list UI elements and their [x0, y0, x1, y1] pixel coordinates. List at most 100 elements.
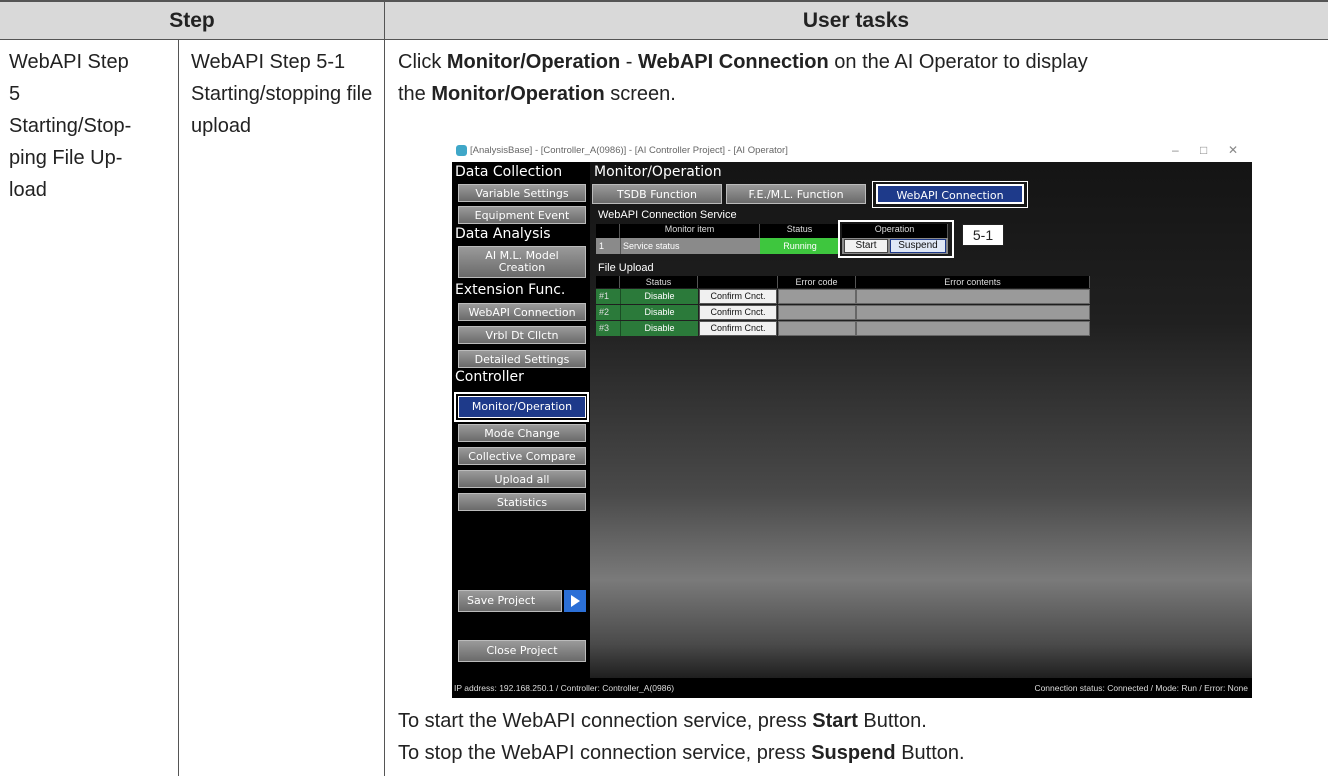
table-header-cell: Status — [620, 276, 698, 288]
status-right: Connection status: Connected / Mode: Run… — [1034, 683, 1248, 693]
step-sub-line: WebAPI Step 5-1 — [191, 51, 346, 73]
callout-label: 5-1 — [962, 224, 1004, 246]
save-project-button[interactable]: Save Project — [458, 590, 562, 612]
column-divider — [178, 40, 179, 776]
step-sub-line: Starting/stopping file — [191, 83, 373, 105]
table-row-index: #3 — [596, 321, 620, 336]
sidebar-heading-data-collection: Data Collection — [455, 164, 563, 180]
service-item: Service status — [620, 238, 760, 254]
sidebar-item-detailed-settings[interactable]: Detailed Settings — [458, 350, 586, 368]
main-panel: Monitor/Operation TSDB Function F.E./M.L… — [592, 162, 1252, 678]
task-start-instruction: To start the WebAPI connection service, … — [398, 705, 1318, 737]
sidebar-item-variable-settings[interactable]: Variable Settings — [458, 184, 586, 202]
step-main-line: Starting/Stop- — [9, 115, 132, 137]
page-title: Monitor/Operation — [594, 164, 722, 180]
step-sub-line: upload — [191, 115, 252, 137]
table-header-cell: Status — [760, 224, 840, 238]
table-header-cell — [596, 224, 620, 238]
play-icon — [571, 595, 580, 607]
table-header-cell — [596, 276, 620, 288]
column-divider — [384, 0, 385, 776]
sidebar-item-vrbl-dt-cllctn[interactable]: Vrbl Dt Cllctn — [458, 326, 586, 344]
window-title: [AnalysisBase] - [Controller_A(0986)] - … — [470, 145, 788, 156]
sidebar-item-upload-all[interactable]: Upload all — [458, 470, 586, 488]
sidebar-item-collective-compare[interactable]: Collective Compare — [458, 447, 586, 465]
sidebar-item-equipment-event[interactable]: Equipment Event — [458, 206, 586, 224]
confirm-connection-button[interactable]: Confirm Cnct. — [699, 289, 777, 304]
confirm-connection-button[interactable]: Confirm Cnct. — [699, 305, 777, 320]
error-code-cell — [778, 305, 856, 320]
app-area: Data Collection Variable Settings Equipm… — [452, 162, 1252, 698]
step-main-line: WebAPI Step — [9, 51, 129, 73]
status-left: IP address: 192.168.250.1 / Controller: … — [454, 683, 675, 693]
sidebar-heading-data-analysis: Data Analysis — [455, 226, 551, 242]
suspend-button[interactable]: Suspend — [890, 239, 946, 253]
step-main-line: ping File Up- — [9, 147, 123, 169]
table-row-index: 1 — [596, 238, 620, 254]
error-contents-cell — [856, 321, 1090, 336]
bold-text: Suspend — [811, 742, 896, 764]
step-main: WebAPI Step 5 Starting/Stop- ping File U… — [9, 46, 175, 206]
sidebar-item-monitor-operation[interactable]: Monitor/Operation — [458, 396, 586, 418]
close-project-button[interactable]: Close Project — [458, 640, 586, 662]
start-button[interactable]: Start — [844, 239, 888, 253]
table-header-cell — [698, 276, 778, 288]
table-header-cell: Monitor item — [620, 224, 760, 238]
text: Button. — [857, 710, 927, 732]
status-badge: Running — [760, 238, 840, 254]
bold-text: Monitor/Operation — [446, 51, 621, 73]
upload-section-title: File Upload — [598, 262, 654, 274]
step-sub: WebAPI Step 5-1 Starting/stopping file u… — [191, 46, 381, 142]
text: Click — [398, 51, 447, 73]
table-header-cell: Error code — [778, 276, 856, 288]
sidebar-item-mode-change[interactable]: Mode Change — [458, 424, 586, 442]
text: Button. — [895, 742, 965, 764]
sidebar-item-webapi-connection[interactable]: WebAPI Connection — [458, 303, 586, 321]
error-code-cell — [778, 289, 856, 304]
text: on the AI Operator to display — [828, 51, 1088, 73]
service-section-title: WebAPI Connection Service — [598, 209, 737, 221]
confirm-connection-button[interactable]: Confirm Cnct. — [699, 321, 777, 336]
upload-status: Disable — [620, 305, 698, 320]
bold-text: Monitor/Operation — [431, 83, 605, 105]
maximize-icon[interactable]: □ — [1200, 143, 1207, 157]
header-step: Step — [0, 0, 384, 40]
table-row-index: #2 — [596, 305, 620, 320]
save-project-arrow-icon[interactable] — [564, 590, 586, 612]
task-stop-instruction: To stop the WebAPI connection service, p… — [398, 737, 1318, 769]
tab-fe-ml-function[interactable]: F.E./M.L. Function — [726, 184, 866, 204]
ai-operator-screenshot: [AnalysisBase] - [Controller_A(0986)] - … — [452, 140, 1252, 698]
bold-text: WebAPI Connection — [638, 51, 829, 73]
close-icon[interactable]: ✕ — [1228, 143, 1238, 157]
text: To start the WebAPI connection service, … — [398, 710, 813, 732]
document-table: Step User tasks WebAPI Step 5 Starting/S… — [0, 0, 1328, 776]
error-contents-cell — [856, 289, 1090, 304]
text: the — [398, 83, 432, 105]
tab-tsdb-function[interactable]: TSDB Function — [592, 184, 722, 204]
sidebar-heading-controller: Controller — [455, 369, 524, 385]
error-contents-cell — [856, 305, 1090, 320]
upload-status: Disable — [620, 289, 698, 304]
sidebar: Data Collection Variable Settings Equipm… — [452, 162, 590, 678]
minimize-icon[interactable]: – — [1172, 143, 1179, 157]
table-row-index: #1 — [596, 289, 620, 304]
bold-text: Start — [812, 710, 858, 732]
status-bar: IP address: 192.168.250.1 / Controller: … — [452, 678, 1252, 698]
error-code-cell — [778, 321, 856, 336]
window-titlebar: [AnalysisBase] - [Controller_A(0986)] - … — [452, 140, 1252, 162]
step-main-line: 5 — [9, 83, 21, 105]
sidebar-item-ai-ml-model-creation[interactable]: AI M.L. Model Creation — [458, 246, 586, 278]
step-main-line: load — [9, 179, 47, 201]
text: - — [620, 51, 638, 73]
sidebar-item-label: Creation — [498, 261, 546, 274]
text: screen. — [604, 83, 676, 105]
sidebar-heading-extension: Extension Func. — [455, 282, 566, 298]
upload-status: Disable — [620, 321, 698, 336]
app-icon — [456, 145, 467, 156]
task-intro: Click Monitor/Operation - WebAPI Connect… — [398, 46, 1318, 110]
table-header-cell: Error contents — [856, 276, 1090, 288]
header-user-tasks: User tasks — [384, 0, 1328, 40]
text: To stop the WebAPI connection service, p… — [398, 742, 812, 764]
tab-webapi-connection[interactable]: WebAPI Connection — [876, 184, 1024, 204]
sidebar-item-statistics[interactable]: Statistics — [458, 493, 586, 511]
